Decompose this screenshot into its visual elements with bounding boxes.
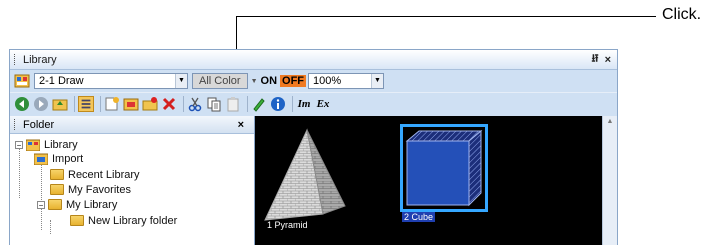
delete-icon[interactable] [161,96,177,112]
grip-handle[interactable] [14,119,18,130]
zoom-value: 100% [313,75,342,87]
forward-icon[interactable] [33,96,49,112]
info-icon[interactable] [270,96,286,112]
collapse-icon[interactable]: − [15,140,23,149]
tree-item-label: Import [52,152,84,165]
collapse-icon[interactable]: − [37,200,45,209]
toolbar-separator [247,96,248,112]
vertical-scrollbar[interactable]: ▲ [602,116,617,245]
folder-tree-icon[interactable] [78,96,94,112]
import-icon [34,153,48,165]
tree-item-recent-library[interactable]: Recent Library [50,167,140,182]
tree-item-label: My Library [66,198,118,211]
window-title: Library [23,53,57,66]
cube-image [405,129,483,207]
library-icon [14,74,30,88]
paste-icon[interactable] [225,96,241,112]
folder-panel-title: Folder [23,118,55,131]
off-button[interactable]: OFF [280,75,307,87]
export-button[interactable]: Ex [315,96,331,112]
tree-item-my-favorites[interactable]: My Favorites [50,182,131,197]
folder-up-icon[interactable] [52,96,68,112]
zoom-select[interactable]: 100% ▼ [308,73,385,89]
new-item-icon[interactable] [104,96,120,112]
add-to-library-icon[interactable] [123,96,139,112]
all-color-button[interactable]: All Color [192,73,248,89]
thumbnail-view: 1 Pyramid 2 Cube ▲ [255,116,617,245]
new-folder-icon[interactable] [142,96,158,112]
toolbar-top: 2-1 Draw ▼ All Color ▼ ON OFF 100% ▼ [10,70,617,92]
folder-panel-header: Folder × [10,116,254,134]
toolbar-separator [183,96,184,112]
tree-item-import[interactable]: Import [34,151,83,166]
folder-icon [50,169,64,180]
chevron-down-icon[interactable]: ▼ [371,74,384,88]
tree-item-label: My Favorites [68,183,131,196]
callout-line [236,16,656,17]
tree-item-new-library-folder[interactable]: New Library folder [70,213,177,228]
toolbar-separator [100,96,101,112]
pin-icon[interactable]: ⭿ [591,50,598,69]
toolbar-bottom: Im Ex [10,92,617,115]
pyramid-thumbnail[interactable] [263,126,347,230]
library-window: Library ⭿ × 2-1 Draw ▼ All Color ▼ ON OF… [9,49,618,245]
back-icon[interactable] [14,96,30,112]
grip-handle[interactable] [14,54,18,65]
tree-item-label: New Library folder [88,214,178,227]
close-icon[interactable]: × [605,54,611,66]
library-icon [26,139,40,151]
toolbar-separator [292,96,293,112]
tree-connector [50,220,51,234]
tree-connector [41,157,42,230]
copy-icon[interactable] [206,96,222,112]
import-button[interactable]: Im [296,96,312,112]
new-folder-icon [70,215,84,226]
tree-item-label: Library [44,138,78,151]
tree-item-library[interactable]: − Library [15,137,78,152]
thumbnail-label-selected: 2 Cube [402,212,436,222]
library-select-value: 2-1 Draw [39,75,84,87]
cube-thumbnail[interactable] [400,124,488,212]
chevron-down-icon[interactable]: ▼ [251,78,258,85]
toolbar-separator [74,96,75,112]
scroll-up-icon[interactable]: ▲ [603,118,617,125]
content-area: Folder × − Library Import Recent Library… [10,116,617,245]
chevron-down-icon[interactable]: ▼ [175,74,187,88]
edit-pencil-icon[interactable] [251,96,267,112]
callout-label: Click. [662,6,702,23]
thumbnail-label: 1 Pyramid [267,220,308,230]
title-bar: Library ⭿ × [10,50,617,70]
on-button[interactable]: ON [261,75,278,87]
folder-open-icon [48,199,62,210]
library-select[interactable]: 2-1 Draw ▼ [34,73,188,89]
tree-item-my-library[interactable]: − My Library [37,197,117,212]
close-icon[interactable]: × [238,119,244,131]
folder-icon [50,184,64,195]
tree-item-label: Recent Library [68,168,140,181]
folder-panel: Folder × − Library Import Recent Library… [10,116,255,245]
cut-icon[interactable] [187,96,203,112]
